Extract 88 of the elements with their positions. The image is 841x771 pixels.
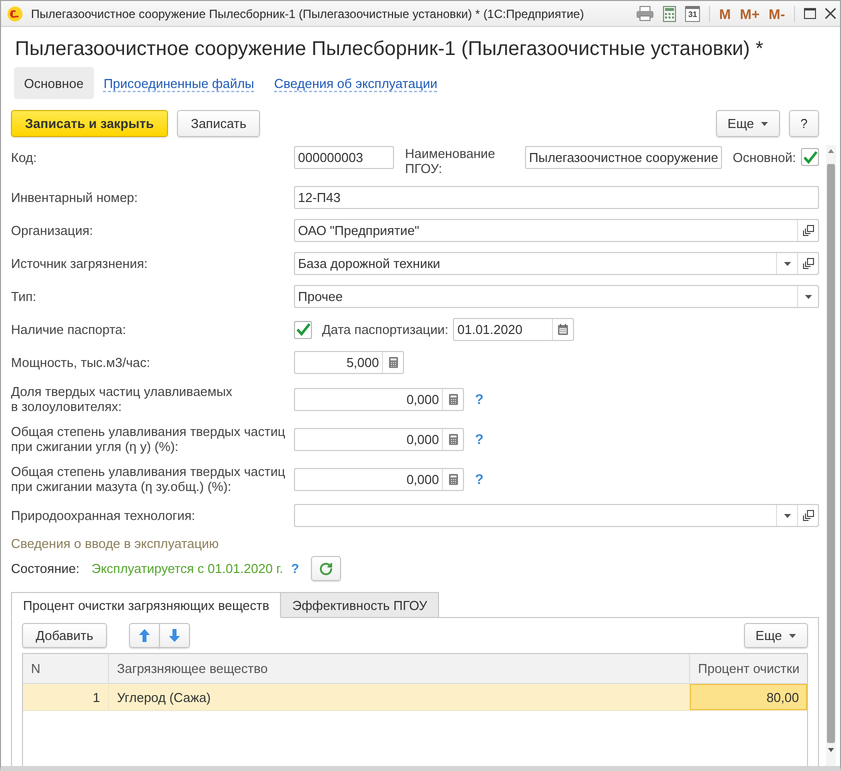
memory-button[interactable]: M- [768,6,785,22]
field-label: Состояние: [11,561,80,576]
number-field[interactable]: 5,000 [294,351,404,374]
checkbox[interactable] [294,320,312,338]
input-field[interactable]: Пылегазоочистное сооружение [525,146,722,169]
calendar-icon [558,324,568,335]
field-label: Код: [11,149,38,167]
input-field[interactable]: ОАО "Предприятие" [294,219,819,242]
refresh-button[interactable] [311,556,342,581]
field-label: Тип: [11,289,38,304]
logo-icon [7,6,23,22]
help-link[interactable]: ? [475,431,484,447]
checkbox[interactable] [801,148,819,166]
select-field[interactable]: Прочее [294,285,819,308]
select-field[interactable]: База дорожной техники [294,252,819,275]
table-cell: 1 [23,684,109,710]
tab[interactable]: Процент очистки загрязняющих веществ [11,592,282,618]
field-label: Общая степень улавливания твердых частиц при сжигании угля (η у) (%): [11,424,286,454]
save-and-close-button[interactable]: Записать и закрыть [11,110,168,137]
arrow-up-icon [139,629,150,642]
help-link[interactable]: ? [475,471,484,487]
caret-icon [784,514,790,518]
table-cell: 80,00 [690,684,807,710]
move-down-button[interactable] [159,623,190,648]
caret-icon [784,262,790,266]
field-label: Основной: [732,149,796,167]
number-field[interactable]: 0,000 [294,388,464,410]
overlapping-squares-icon [802,258,814,269]
calculator-icon [448,434,458,444]
check-icon [296,323,310,336]
group-heading: Сведения о вводе в эксплуатацию [11,537,220,551]
status-text: Эксплуатируется с 01.01.2020 г. [91,561,284,576]
caret-up-icon [828,149,834,153]
form-title: Пылегазоочистное сооружение Пылесборник-1 (Пылегазоочистные установки) * [15,37,764,61]
add-button[interactable]: Добавить [22,623,107,648]
field-label: Природоохранная технология: [11,508,196,523]
save-button[interactable]: Записать [176,110,260,137]
memory-button[interactable]: M [719,6,731,22]
section-link[interactable]: Сведения об эксплуатации [264,67,448,99]
scrollbar[interactable] [826,145,836,766]
number-field[interactable]: 0,000 [294,468,464,490]
memory-button[interactable]: M+ [740,6,760,22]
window-title: Пылегазоочистное сооружение Пылесборник-1 (Пылегазоочистные установки) * (1С:Предприятие) [31,6,585,20]
caret-icon [761,122,768,126]
caret-icon [804,294,812,298]
column-header[interactable]: Загрязняющее вещество [109,654,690,684]
overlapping-squares-icon [802,510,814,521]
calculator-icon [448,394,458,404]
field-label: Дата паспортизации: [322,321,448,339]
overlapping-squares-icon [802,225,814,236]
field-label: Организация: [11,223,94,238]
date-field[interactable]: 01.01.2020 [453,318,574,341]
field-label: Источник загрязнения: [11,256,149,271]
help-link[interactable]: ? [291,561,300,576]
calendar-button[interactable]: 31 [685,6,700,22]
help-button[interactable]: ? [789,110,819,137]
refresh-icon [319,562,334,576]
calculator-icon [448,474,458,484]
input-field[interactable]: 12-П43 [294,186,819,209]
calculator-icon [388,357,398,368]
scrollbar-thumb[interactable] [827,164,835,743]
calculator-icon[interactable] [663,6,676,22]
section-tab[interactable]: Основное [14,67,94,99]
select-field[interactable] [294,504,819,527]
check-icon [802,150,818,164]
arrow-down-icon [169,629,180,642]
table-row[interactable]: 1 Углерод (Сажа) 80,00 [23,684,807,711]
more-button[interactable]: Еще [744,623,808,648]
maximize-icon[interactable] [804,8,816,19]
more-button[interactable]: Еще [716,110,780,137]
printer-icon[interactable] [636,6,654,21]
field-label: Инвентарный номер: [11,190,139,205]
caret-icon [789,634,796,638]
caret-down-icon [828,748,834,752]
field-label: Доля твердых частиц улавливаемых в золоуловителях: [11,384,234,414]
column-header[interactable]: Процент очистки [690,654,807,684]
number-field[interactable]: 0,000 [294,428,464,450]
field-label: Мощность, тыс.м3/час: [11,355,152,370]
move-up-button[interactable] [129,623,160,648]
input-field[interactable]: 000000003 [294,146,394,169]
close-icon[interactable] [825,8,836,19]
help-link[interactable]: ? [475,391,484,407]
field-label: Наличие паспорта: [11,322,127,337]
field-label: Наименование ПГОУ: [405,146,496,176]
section-link[interactable]: Присоединенные файлы [94,67,264,99]
column-header[interactable]: N [23,654,109,684]
tab[interactable]: Эффективность ПГОУ [280,592,440,618]
field-label: Общая степень улавливания твердых частиц при сжигании мазута (η зу.общ.) (%): [11,464,286,494]
